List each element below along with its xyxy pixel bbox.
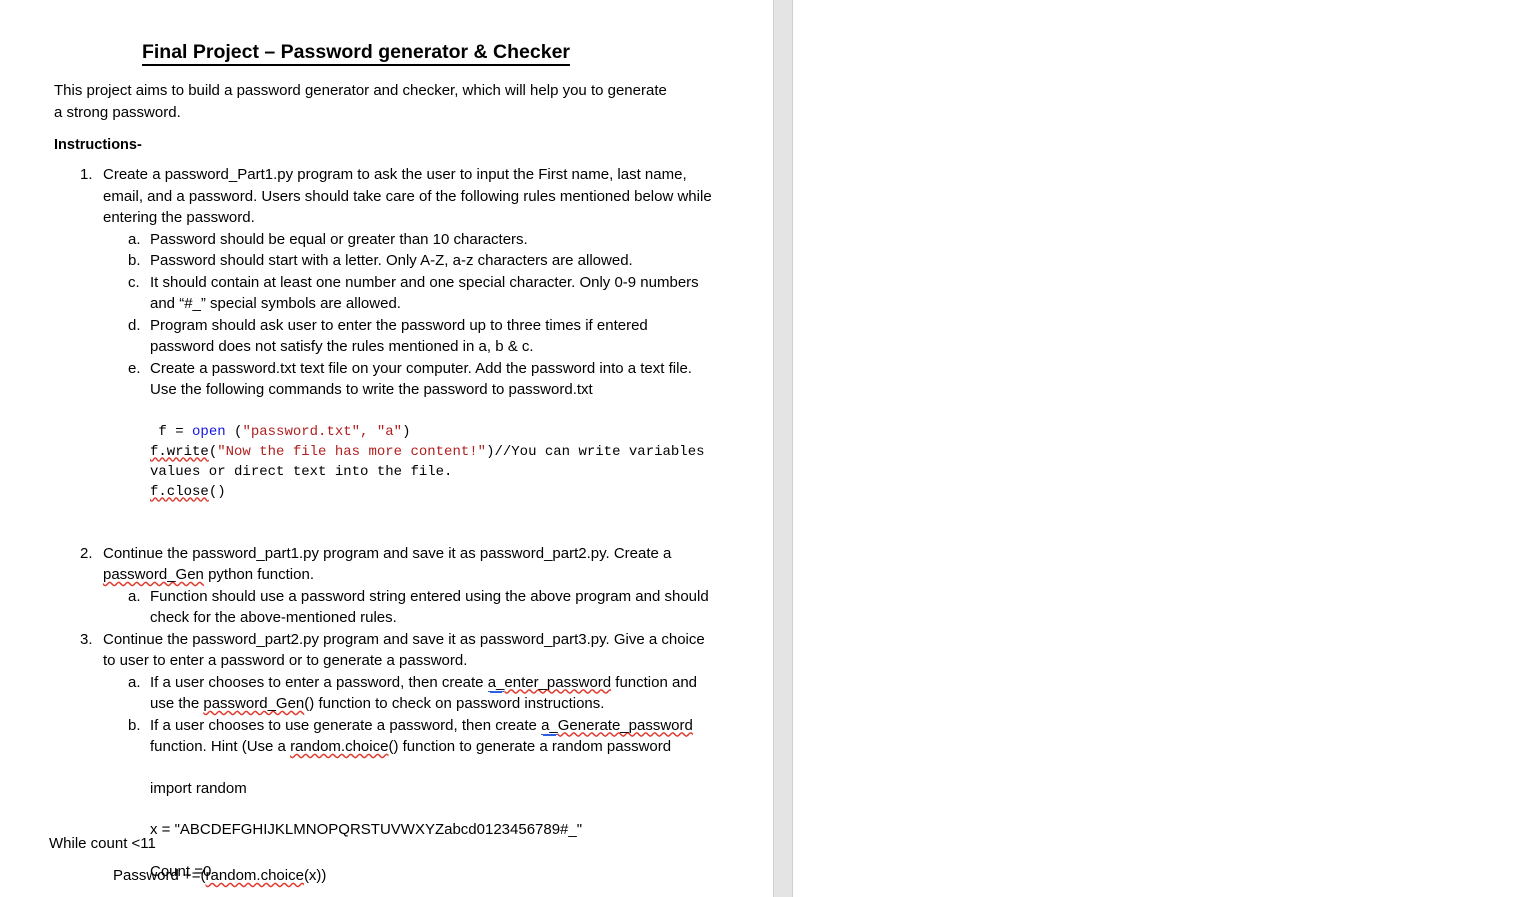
list-item: a. If a user chooses to enter a password… (103, 672, 714, 715)
list-item-text: Continue the password_part1.py program a… (103, 544, 672, 584)
code-string-literal: "Now the file has more content!" (217, 443, 487, 460)
list-marker: e. (128, 359, 141, 377)
list-item-text: Continue the password_part2.py program a… (103, 630, 705, 670)
list-marker: d. (128, 316, 141, 334)
list-item: c. It should contain at least one number… (103, 272, 714, 315)
page-title: Final Project – Password generator & Che… (86, 41, 626, 66)
list-item: b. If a user chooses to use generate a p… (103, 715, 714, 883)
list-item-text: Password should start with a letter. Onl… (150, 252, 633, 269)
list-marker: c. (128, 273, 140, 291)
list-item-text: Program should ask user to enter the pas… (150, 316, 648, 356)
pseudocode-while: While count <11 (49, 835, 156, 852)
pseudocode-charset: x = "ABCDEFGHIJKLMNOPQRSTUVWXYZabcd01234… (150, 821, 583, 838)
list-item-text: Create a password.txt text file on your … (150, 359, 692, 399)
document-page-right: Count+=1 4. Continue the password_part3.… (793, 0, 1534, 897)
instructions-list: 1. Create a password_Part1.py program to… (54, 164, 714, 882)
list-item-text: It should contain at least one number an… (150, 273, 699, 313)
list-item: 1. Create a password_Part1.py program to… (54, 164, 714, 522)
list-item: a. Function should use a password string… (103, 586, 714, 629)
list-item-text: Create a password_Part1.py program to as… (103, 166, 712, 226)
misspelled-word: Generate_password (557, 716, 693, 734)
list-marker: 2. (80, 544, 93, 562)
code-fn-close: f.close (150, 483, 209, 500)
sublist-2: a. Function should use a password string… (103, 586, 714, 629)
code-string-literal: "password.txt", "a" (242, 423, 403, 440)
list-marker: b. (128, 252, 141, 269)
misspelled-word: password_Gen (103, 566, 204, 583)
code-block: f = open ("password.txt", "a") f.write("… (150, 402, 714, 522)
sublist-3: a. If a user chooses to enter a password… (103, 672, 714, 883)
document-page-left: Final Project – Password generator & Che… (0, 0, 773, 897)
grammar-error: a_ (487, 673, 505, 692)
code-fn-write: f.write (150, 443, 209, 460)
list-item-text: Password should be equal or greater than… (150, 230, 528, 248)
pseudocode-password-assign: Password +=(random.choice(x)) (113, 867, 327, 884)
page-gutter-divider (773, 0, 793, 897)
list-item-text: Function should use a password string en… (150, 587, 709, 627)
instructions-heading: Instructions- (54, 137, 142, 153)
code-keyword-open: open (192, 423, 226, 440)
intro-paragraph: This project aims to build a password ge… (54, 82, 667, 121)
misspelled-word: random.choice (290, 738, 389, 755)
list-marker: 1. (80, 166, 93, 183)
list-item: 2. Continue the password_part1.py progra… (54, 543, 714, 629)
list-marker: 3. (80, 630, 93, 648)
code-line-2: f.write("Now the file has more content!"… (150, 443, 713, 480)
list-item: a. Password should be equal or greater t… (103, 229, 714, 251)
sublist-1: a. Password should be equal or greater t… (103, 229, 714, 522)
code-line-1: f = open ("password.txt", "a") (150, 423, 411, 440)
misspelled-word: password_Gen (203, 695, 305, 712)
list-item-text: If a user chooses to use generate a pass… (150, 716, 693, 755)
list-marker: a. (128, 230, 141, 248)
misspelled-word: random.choice (205, 867, 304, 884)
list-marker: b. (128, 716, 141, 734)
list-marker: a. (128, 673, 141, 691)
code-line-3: f.close() (150, 483, 226, 500)
grammar-error: a_ (541, 716, 558, 735)
list-item: e. Create a password.txt text file on yo… (103, 358, 714, 522)
list-item: d. Program should ask user to enter the … (103, 315, 714, 358)
list-marker: a. (128, 587, 141, 605)
misspelled-word: enter_password (504, 673, 612, 691)
pseudocode-import: import random (150, 779, 247, 797)
list-item: b. Password should start with a letter. … (103, 250, 714, 272)
list-item-text: If a user chooses to enter a password, t… (150, 673, 698, 712)
page-title-text: Final Project – Password generator & Che… (141, 41, 571, 66)
document-viewport: Final Project – Password generator & Che… (0, 0, 1536, 897)
